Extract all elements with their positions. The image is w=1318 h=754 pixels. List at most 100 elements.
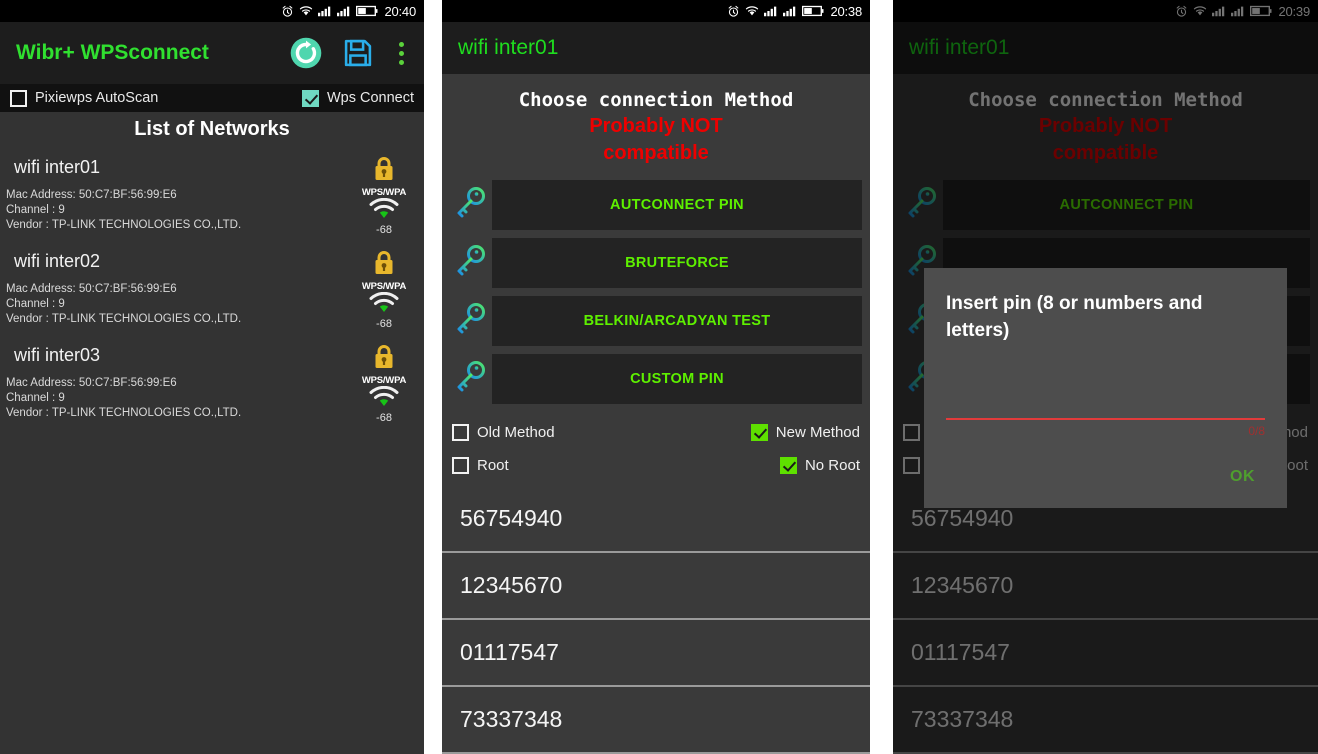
no-root-label: No Root [804,457,860,474]
key-icon [899,186,943,225]
bruteforce-button[interactable]: BRUTEFORCE [492,238,862,288]
checkbox-box [452,457,469,474]
custom-pin-button[interactable]: CUSTOM PIN [492,354,862,404]
alarm-icon [283,5,293,17]
root-label: Root [477,457,509,474]
battery-icon [356,5,378,17]
wps-connect-checkbox[interactable]: Wps Connect [301,89,414,107]
network-list-item[interactable]: wifi inter01 Mac Address: 50:C7:BF:56:99… [0,151,424,245]
method-row: BELKIN/ARCADYAN TEST [442,296,870,346]
checkbox-box [10,89,27,107]
status-bar: 20:38 [442,0,870,22]
autconnect-pin-button[interactable]: AUTCONNECT PIN [492,180,862,230]
pin-list-item[interactable]: 12345670 [893,553,1318,620]
pin-list-item[interactable]: 73337348 [893,687,1318,754]
ssid-title: wifi inter01 [458,36,559,59]
network-indicators: WPS/WPA -68 [354,155,414,236]
pin-list-item[interactable]: 01117547 [893,620,1318,687]
compatibility-warning: Probably NOT compatible [442,111,870,180]
status-bar: 20:40 [0,0,424,22]
root-checkbox[interactable]: Root [452,457,509,474]
network-indicators: WPS/WPA -68 [354,249,414,330]
ok-button[interactable]: OK [946,468,1265,486]
network-rssi: -68 [376,318,392,330]
pin-list[interactable]: 56754940 12345670 01117547 73337348 [442,486,870,754]
network-indicators: WPS/WPA -68 [354,343,414,424]
key-icon [448,360,492,399]
status-bar-time: 20:38 [830,3,862,19]
pixiewps-autoscan-checkbox[interactable]: Pixiewps AutoScan [10,89,159,107]
autconnect-pin-button[interactable]: AUTCONNECT PIN [943,180,1310,230]
toolbar-actions [289,36,410,70]
checkbox-box [903,424,920,441]
battery-icon [802,5,824,17]
old-method-label: Old Method [477,424,555,441]
status-bar: 20:39 [893,0,1318,22]
phone-screen-insert-pin-dialog: 20:39 wifi inter01 Choose connection Met… [893,0,1318,754]
overflow-menu-icon[interactable] [393,38,410,69]
warning-line-2: compatible [1052,142,1159,164]
checkbox-box [452,424,469,441]
key-icon [448,302,492,341]
wifi-icon [746,6,759,16]
alarm-icon [1177,5,1187,17]
signal-icon-2 [783,6,796,17]
belkin-arcadyan-test-button[interactable]: BELKIN/ARCADYAN TEST [492,296,862,346]
pin-list[interactable]: 56754940 12345670 01117547 73337348 [893,486,1318,754]
screenshot-root: 20:40 Wibr+ WPSconnect Pixiewps AutoScan… [0,0,1318,754]
save-icon[interactable] [341,36,375,70]
pin-list-item[interactable]: 12345670 [442,553,870,620]
signal-icon-1 [318,6,331,17]
checkbox-box [903,457,920,474]
list-of-networks-heading: List of Networks [0,112,424,151]
checkbox-box [750,424,768,441]
new-method-label: New Method [775,424,860,441]
method-row: BRUTEFORCE [442,238,870,288]
old-method-checkbox[interactable]: Old Method [452,424,555,441]
refresh-icon[interactable] [289,36,323,70]
wps-connect-label: Wps Connect [326,90,414,106]
pin-input[interactable] [946,396,1265,420]
phone-screen-network-list: 20:40 Wibr+ WPSconnect Pixiewps AutoScan… [0,0,424,754]
network-list[interactable]: wifi inter01 Mac Address: 50:C7:BF:56:99… [0,151,424,433]
ssid-header: wifi inter01 [893,22,1318,74]
signal-icon-1 [1212,6,1225,17]
method-options: Old Method New Method Root No Root [442,412,870,486]
old-method-checkbox[interactable] [903,424,920,441]
pin-list-item[interactable]: 73337348 [442,687,870,754]
app-toolbar: Wibr+ WPSconnect [0,22,424,84]
scan-options-row: Pixiewps AutoScan Wps Connect [0,84,424,112]
wifi-icon [300,6,313,16]
method-row: AUTCONNECT PIN [893,180,1318,230]
pixiewps-autoscan-label: Pixiewps AutoScan [35,90,159,106]
pin-character-counter: 0/8 [1248,424,1265,438]
network-list-item[interactable]: wifi inter03 Mac Address: 50:C7:BF:56:99… [0,339,424,433]
checkbox-box [779,457,797,474]
pin-list-item[interactable]: 56754940 [442,486,870,553]
signal-strength-icon [369,197,399,218]
signal-strength-icon [369,385,399,406]
network-rssi: -68 [376,412,392,424]
security-label: WPS/WPA [361,187,407,198]
method-row: CUSTOM PIN [442,354,870,404]
lock-icon [375,157,393,180]
status-bar-time: 20:39 [1278,3,1310,19]
warning-line-1: Probably NOT [589,115,723,137]
security-label: WPS/WPA [361,375,407,386]
key-icon [448,186,492,225]
method-row: AUTCONNECT PIN [442,180,870,230]
method-option-row: Root No Root [442,449,870,482]
no-root-checkbox[interactable]: No Root [779,457,860,474]
signal-icon-1 [764,6,777,17]
phone-screen-connection-method: 20:38 wifi inter01 Choose connection Met… [442,0,870,754]
pin-list-item[interactable]: 01117547 [442,620,870,687]
key-icon [448,244,492,283]
signal-strength-icon [369,291,399,312]
lock-icon [375,251,393,274]
new-method-checkbox[interactable]: New Method [750,424,860,441]
choose-method-title: Choose connection Method [518,89,794,111]
root-checkbox[interactable] [903,457,920,474]
network-list-item[interactable]: wifi inter02 Mac Address: 50:C7:BF:56:99… [0,245,424,339]
status-bar-time: 20:40 [384,3,416,19]
compatibility-warning: Probably NOT compatible [893,111,1318,180]
